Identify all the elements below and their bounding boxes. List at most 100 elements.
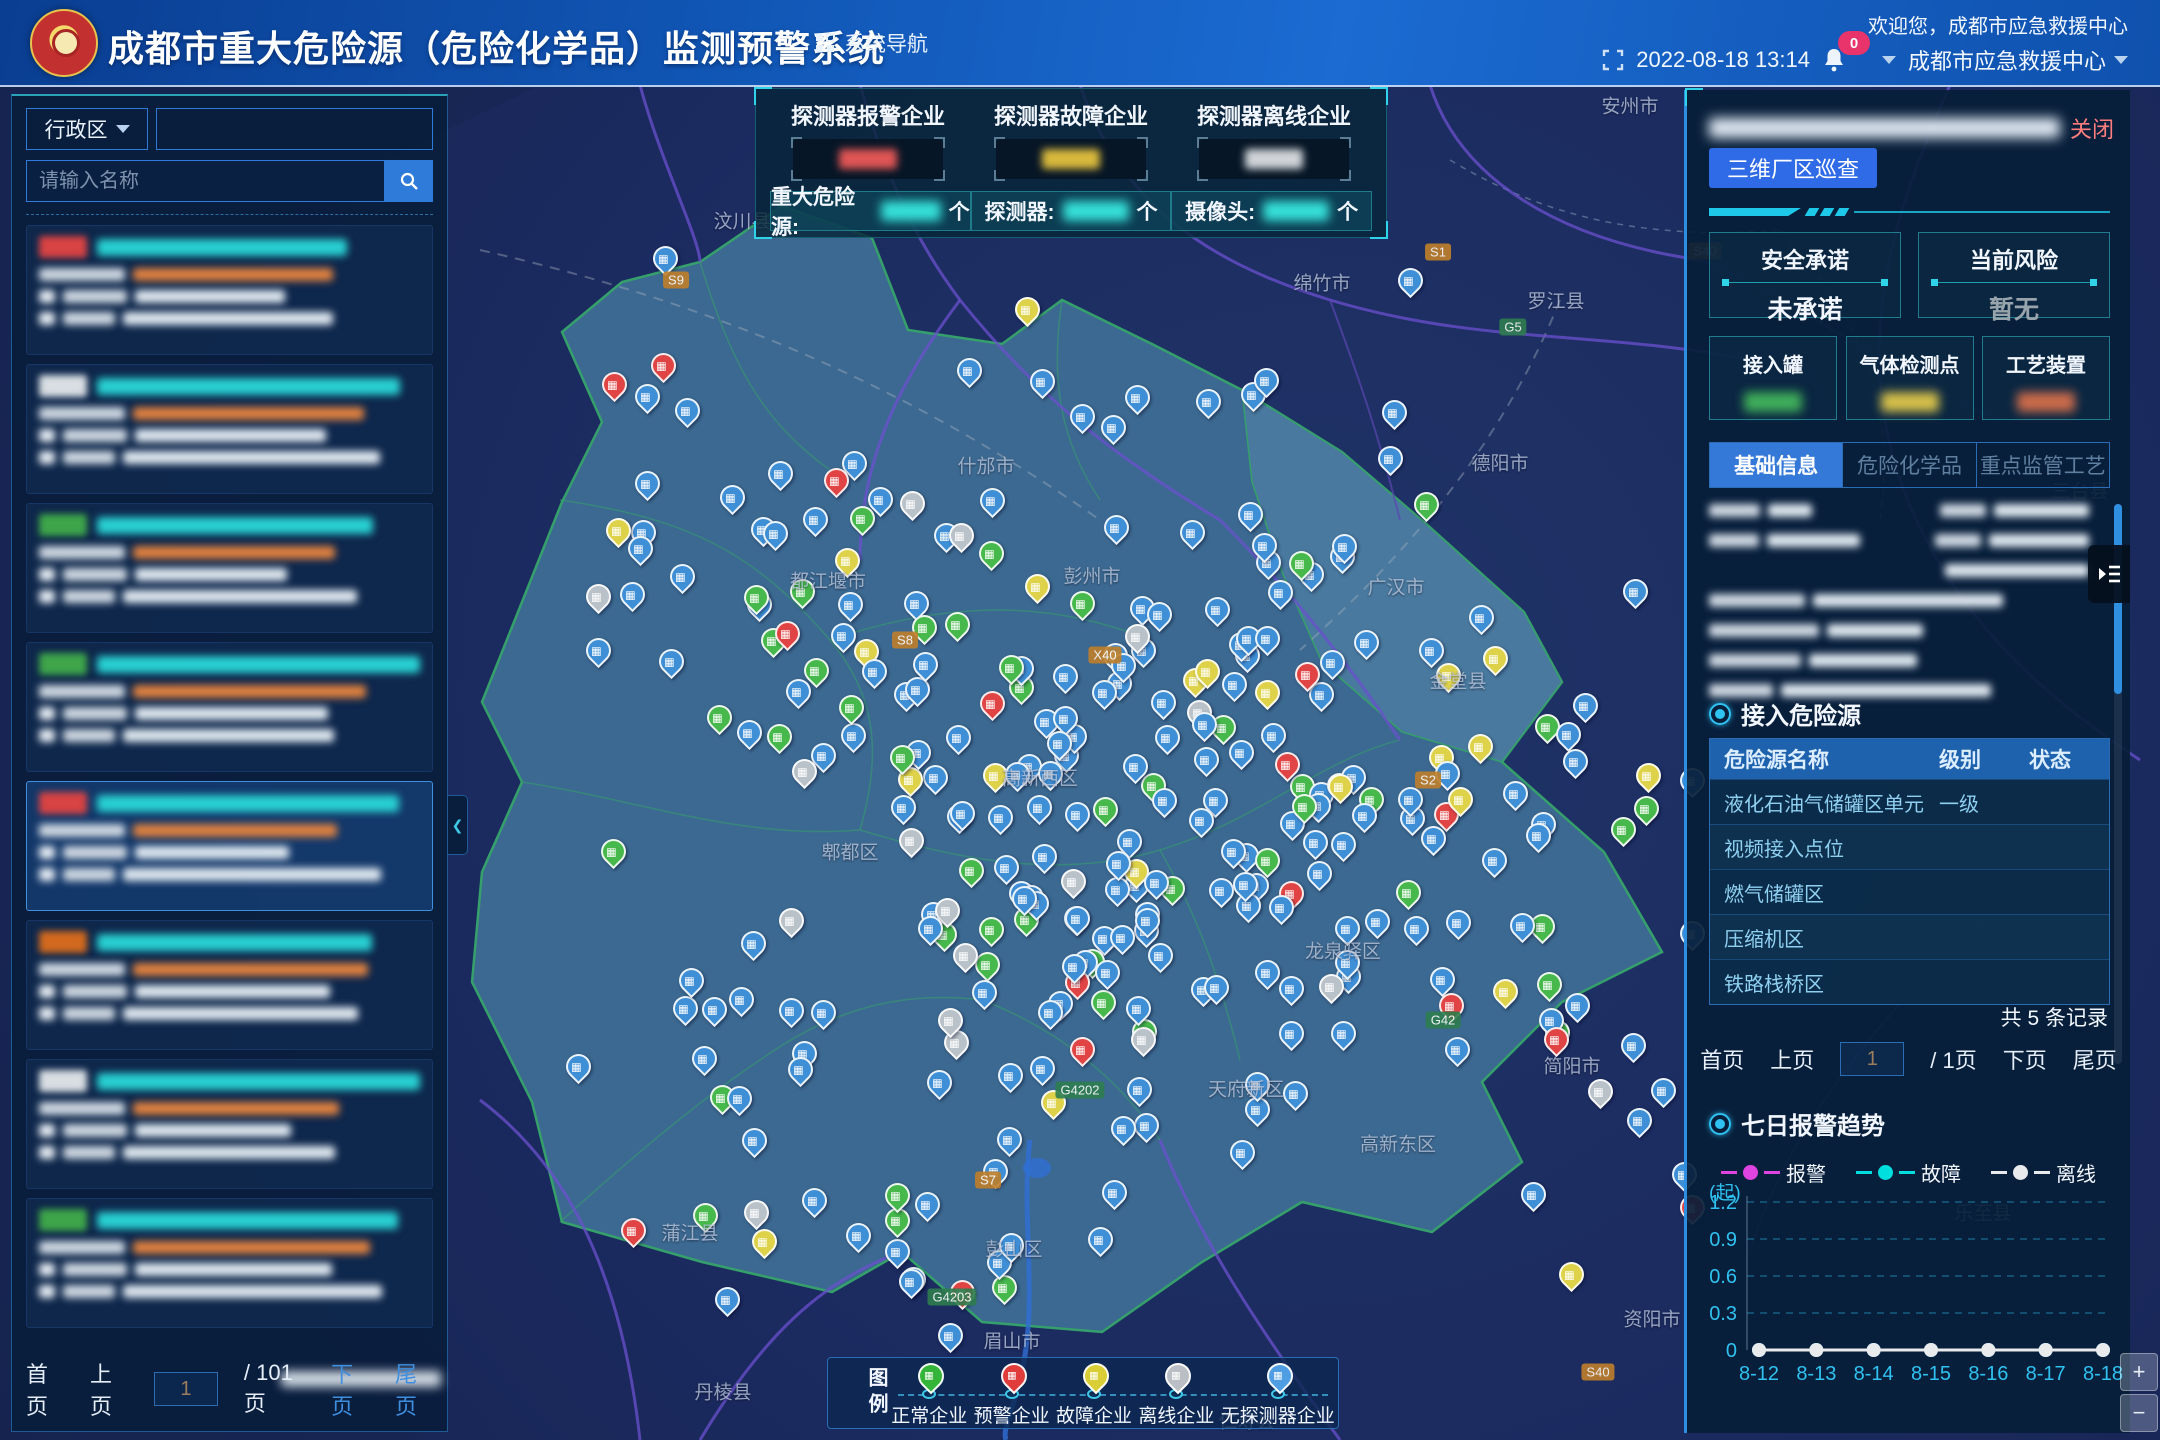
blurred-text — [133, 963, 368, 976]
tab-基础信息[interactable]: 基础信息 — [1710, 443, 1843, 487]
info-field-row — [1709, 504, 2089, 517]
blurred-text — [39, 568, 55, 581]
status-badge — [39, 236, 87, 258]
map-place-label: 天府新区 — [1208, 1075, 1284, 1102]
facility-stat-box: 工艺装置 — [1982, 336, 2110, 420]
search-button[interactable] — [385, 160, 433, 202]
info-field-row — [1709, 564, 2089, 577]
pagination-prev[interactable]: 上页 — [1770, 1043, 1814, 1075]
device-counter: 探测器:个 — [971, 191, 1172, 231]
status-badge — [39, 931, 87, 953]
tab-危险化学品[interactable]: 危险化学品 — [1843, 443, 1976, 487]
blurred-text — [1768, 504, 1811, 517]
table-row[interactable]: 燃气储罐区 — [1710, 869, 2109, 914]
region-filter-input[interactable] — [156, 108, 433, 150]
table-row[interactable]: 压缩机区 — [1710, 914, 2109, 959]
pagination-first[interactable]: 首页 — [26, 1357, 64, 1421]
map-place-label: 安州市 — [1601, 92, 1658, 119]
company-card[interactable] — [26, 642, 433, 772]
region-filter-dropdown[interactable]: 行政区 — [26, 108, 148, 150]
system-nav-label: 系统导航 — [844, 28, 928, 58]
map-zoom-out-button[interactable]: − — [2120, 1394, 2158, 1432]
company-card[interactable] — [26, 1059, 433, 1189]
pagination-last[interactable]: 尾页 — [395, 1357, 433, 1421]
pagination-prev[interactable]: 上页 — [90, 1357, 128, 1421]
map-zoom-in-button[interactable]: + — [2120, 1353, 2158, 1391]
detector-stat-label: 探测器故障企业 — [973, 99, 1169, 131]
pagination-next[interactable]: 下页 — [2003, 1043, 2047, 1075]
blurred-text — [1709, 654, 1801, 667]
blurred-text — [1940, 504, 1987, 517]
hazard-table: 危险源名称 级别 状态 液化石油气储罐区单元一级视频接入点位燃气储罐区压缩机区铁… — [1709, 738, 2110, 1005]
fullscreen-icon[interactable] — [1602, 49, 1624, 71]
pagination-total: / 1页 — [1930, 1043, 1976, 1075]
blurred-text — [97, 656, 420, 673]
blurred-text — [63, 312, 115, 325]
3d-tour-button[interactable]: 三维厂区巡查 — [1709, 148, 1877, 188]
table-row[interactable]: 视频接入点位 — [1710, 824, 2109, 869]
blurred-text — [133, 1241, 370, 1254]
expand-panel-button[interactable] — [2088, 545, 2130, 603]
status-badge — [39, 375, 87, 397]
blurred-text — [63, 1285, 115, 1298]
blurred-text — [39, 429, 55, 442]
hazard-table-header: 危险源名称 级别 状态 — [1710, 739, 2109, 779]
blurred-text — [39, 1124, 55, 1137]
legend-item: ▦离线企业 — [1138, 1358, 1214, 1428]
close-button[interactable]: 关闭 — [2070, 112, 2114, 144]
system-nav-menu[interactable]: 系统导航 — [815, 28, 928, 58]
info-field-row — [1709, 594, 2089, 607]
blurred-text — [1709, 534, 1759, 547]
map-place-label: 郫都区 — [821, 838, 878, 865]
blurred-text — [135, 290, 285, 303]
blurred-text — [1767, 534, 1859, 547]
blurred-text — [1245, 149, 1303, 169]
sidebar-collapse-handle[interactable]: ❮ — [448, 795, 468, 855]
company-card[interactable] — [26, 503, 433, 633]
company-card[interactable] — [26, 781, 433, 911]
detector-stat: 探测器故障企业 — [973, 99, 1169, 179]
page-title: 成都市重大危险源（危险化学品）监测预警系统 — [108, 20, 885, 72]
search-input[interactable] — [26, 160, 385, 202]
company-card[interactable] — [26, 920, 433, 1050]
map-place-label: 彭山区 — [985, 1235, 1042, 1262]
road-shield-label: S2 — [1415, 772, 1441, 789]
company-card[interactable] — [26, 364, 433, 494]
company-title-blurred — [1709, 118, 2060, 138]
blurred-text — [63, 846, 127, 859]
notification-bell[interactable]: 0 — [1822, 47, 1870, 73]
svg-text:0.6: 0.6 — [1709, 1266, 1737, 1288]
tab-重点监管工艺[interactable]: 重点监管工艺 — [1977, 443, 2109, 487]
trend-section-title: 七日报警趋势 — [1741, 1106, 1885, 1141]
current-risk-value: 暂无 — [1919, 290, 2109, 326]
map-place-label: 绵竹市 — [1293, 269, 1350, 296]
company-card[interactable] — [26, 1198, 433, 1328]
blurred-text — [135, 1263, 332, 1276]
blurred-text — [39, 729, 55, 742]
blurred-text — [39, 1007, 55, 1020]
app-header: 成都市重大危险源（危险化学品）监测预警系统 系统导航 欢迎您，成都市应急救援中心… — [0, 0, 2160, 87]
map-place-label: 德阳市 — [1471, 449, 1528, 476]
col-hazard-name: 危险源名称 — [1710, 744, 1939, 774]
safety-promise-value: 未承诺 — [1710, 290, 1900, 326]
company-card[interactable] — [26, 225, 433, 355]
legend-item: ▦预警企业 — [974, 1358, 1050, 1428]
pagination-last[interactable]: 尾页 — [2073, 1043, 2117, 1075]
map-place-label: 金堂县 — [1429, 667, 1486, 694]
blurred-text — [1935, 534, 1980, 547]
road-shield-label: S9 — [663, 272, 689, 289]
pagination-first[interactable]: 首页 — [1700, 1043, 1744, 1075]
blurred-text — [1809, 654, 1917, 667]
legend-label: 正常企业 — [891, 1401, 967, 1428]
page-number-input[interactable] — [1840, 1042, 1904, 1076]
org-dropdown[interactable]: 成都市应急救援中心 — [1908, 44, 2128, 76]
map-place-label: 都江堰市 — [790, 567, 866, 594]
pagination-next[interactable]: 下页 — [331, 1357, 369, 1421]
section-bullet-icon — [1709, 1113, 1731, 1135]
table-row[interactable]: 铁路栈桥区 — [1710, 959, 2109, 1004]
legend-item: ▦正常企业 — [891, 1358, 967, 1428]
table-row[interactable]: 液化石油气储罐区单元一级 — [1710, 779, 2109, 824]
svg-text:0.3: 0.3 — [1709, 1303, 1737, 1325]
blurred-text — [39, 407, 125, 420]
page-number-input[interactable] — [154, 1372, 218, 1406]
